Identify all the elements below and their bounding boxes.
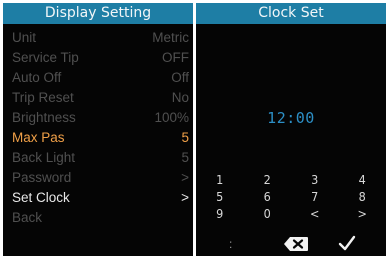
key-7[interactable]: 7	[291, 188, 339, 205]
colon-key[interactable]: :	[229, 237, 232, 251]
key-1[interactable]: 1	[196, 171, 244, 188]
menu-item-brightness[interactable]: Brightness 100%	[3, 107, 193, 127]
menu-item-unit[interactable]: Unit Metric	[3, 27, 193, 47]
menu-item-value: No	[171, 89, 189, 105]
display-setting-screen: Display Setting Unit Metric Service Tip …	[3, 3, 193, 256]
key-8[interactable]: 8	[339, 188, 387, 205]
menu-item-value: OFF	[162, 49, 189, 65]
menu-item-label: Password	[12, 169, 72, 185]
chevron-right-icon: >	[181, 189, 189, 205]
menu-item-label: Max Pas	[12, 129, 65, 145]
key-3[interactable]: 3	[291, 171, 339, 188]
menu-item-label: Brightness	[12, 109, 76, 125]
key-9[interactable]: 9	[196, 205, 244, 222]
menu-item-service-tip[interactable]: Service Tip OFF	[3, 47, 193, 67]
menu-item-trip-reset[interactable]: Trip Reset No	[3, 87, 193, 107]
clock-action-row: :	[196, 233, 386, 255]
menu-item-auto-off[interactable]: Auto Off Off	[3, 67, 193, 87]
key-5[interactable]: 5	[196, 188, 244, 205]
menu-item-password[interactable]: Password >	[3, 167, 193, 187]
clock-time-display: 12:00	[267, 109, 315, 127]
chevron-right-icon: >	[181, 169, 189, 185]
menu-item-max-pas[interactable]: Max Pas 5	[3, 127, 193, 147]
backspace-icon[interactable]	[283, 236, 309, 252]
menu-item-set-clock[interactable]: Set Clock >	[3, 187, 193, 207]
display-setting-title: Display Setting	[3, 3, 193, 24]
clock-set-title: Clock Set	[196, 3, 386, 24]
menu-item-value: Off	[171, 69, 189, 85]
key-4[interactable]: 4	[339, 171, 387, 188]
key-right[interactable]: >	[339, 205, 387, 222]
key-6[interactable]: 6	[244, 188, 292, 205]
menu-item-value: 5	[181, 129, 189, 145]
clock-set-screen: Clock Set 12:00 1 2 3 4 5 6 7 8 9 0 < > …	[196, 3, 386, 256]
menu-item-value: Metric	[152, 29, 189, 45]
menu-item-label: Unit	[12, 29, 37, 45]
menu-item-value: 100%	[154, 109, 189, 125]
menu-item-label: Auto Off	[12, 69, 62, 85]
settings-menu: Unit Metric Service Tip OFF Auto Off Off…	[3, 24, 193, 227]
key-left[interactable]: <	[291, 205, 339, 222]
menu-item-back[interactable]: Back	[3, 207, 193, 227]
key-2[interactable]: 2	[244, 171, 292, 188]
menu-item-back-light[interactable]: Back Light 5	[3, 147, 193, 167]
menu-item-label: Service Tip	[12, 49, 79, 65]
checkmark-icon[interactable]	[338, 234, 356, 252]
menu-item-label: Trip Reset	[12, 89, 74, 105]
menu-item-label: Back	[12, 209, 43, 225]
number-keypad: 1 2 3 4 5 6 7 8 9 0 < >	[196, 171, 386, 222]
menu-item-value: 5	[181, 149, 189, 165]
menu-item-label: Set Clock	[12, 189, 70, 205]
key-0[interactable]: 0	[244, 205, 292, 222]
menu-item-label: Back Light	[12, 149, 76, 165]
